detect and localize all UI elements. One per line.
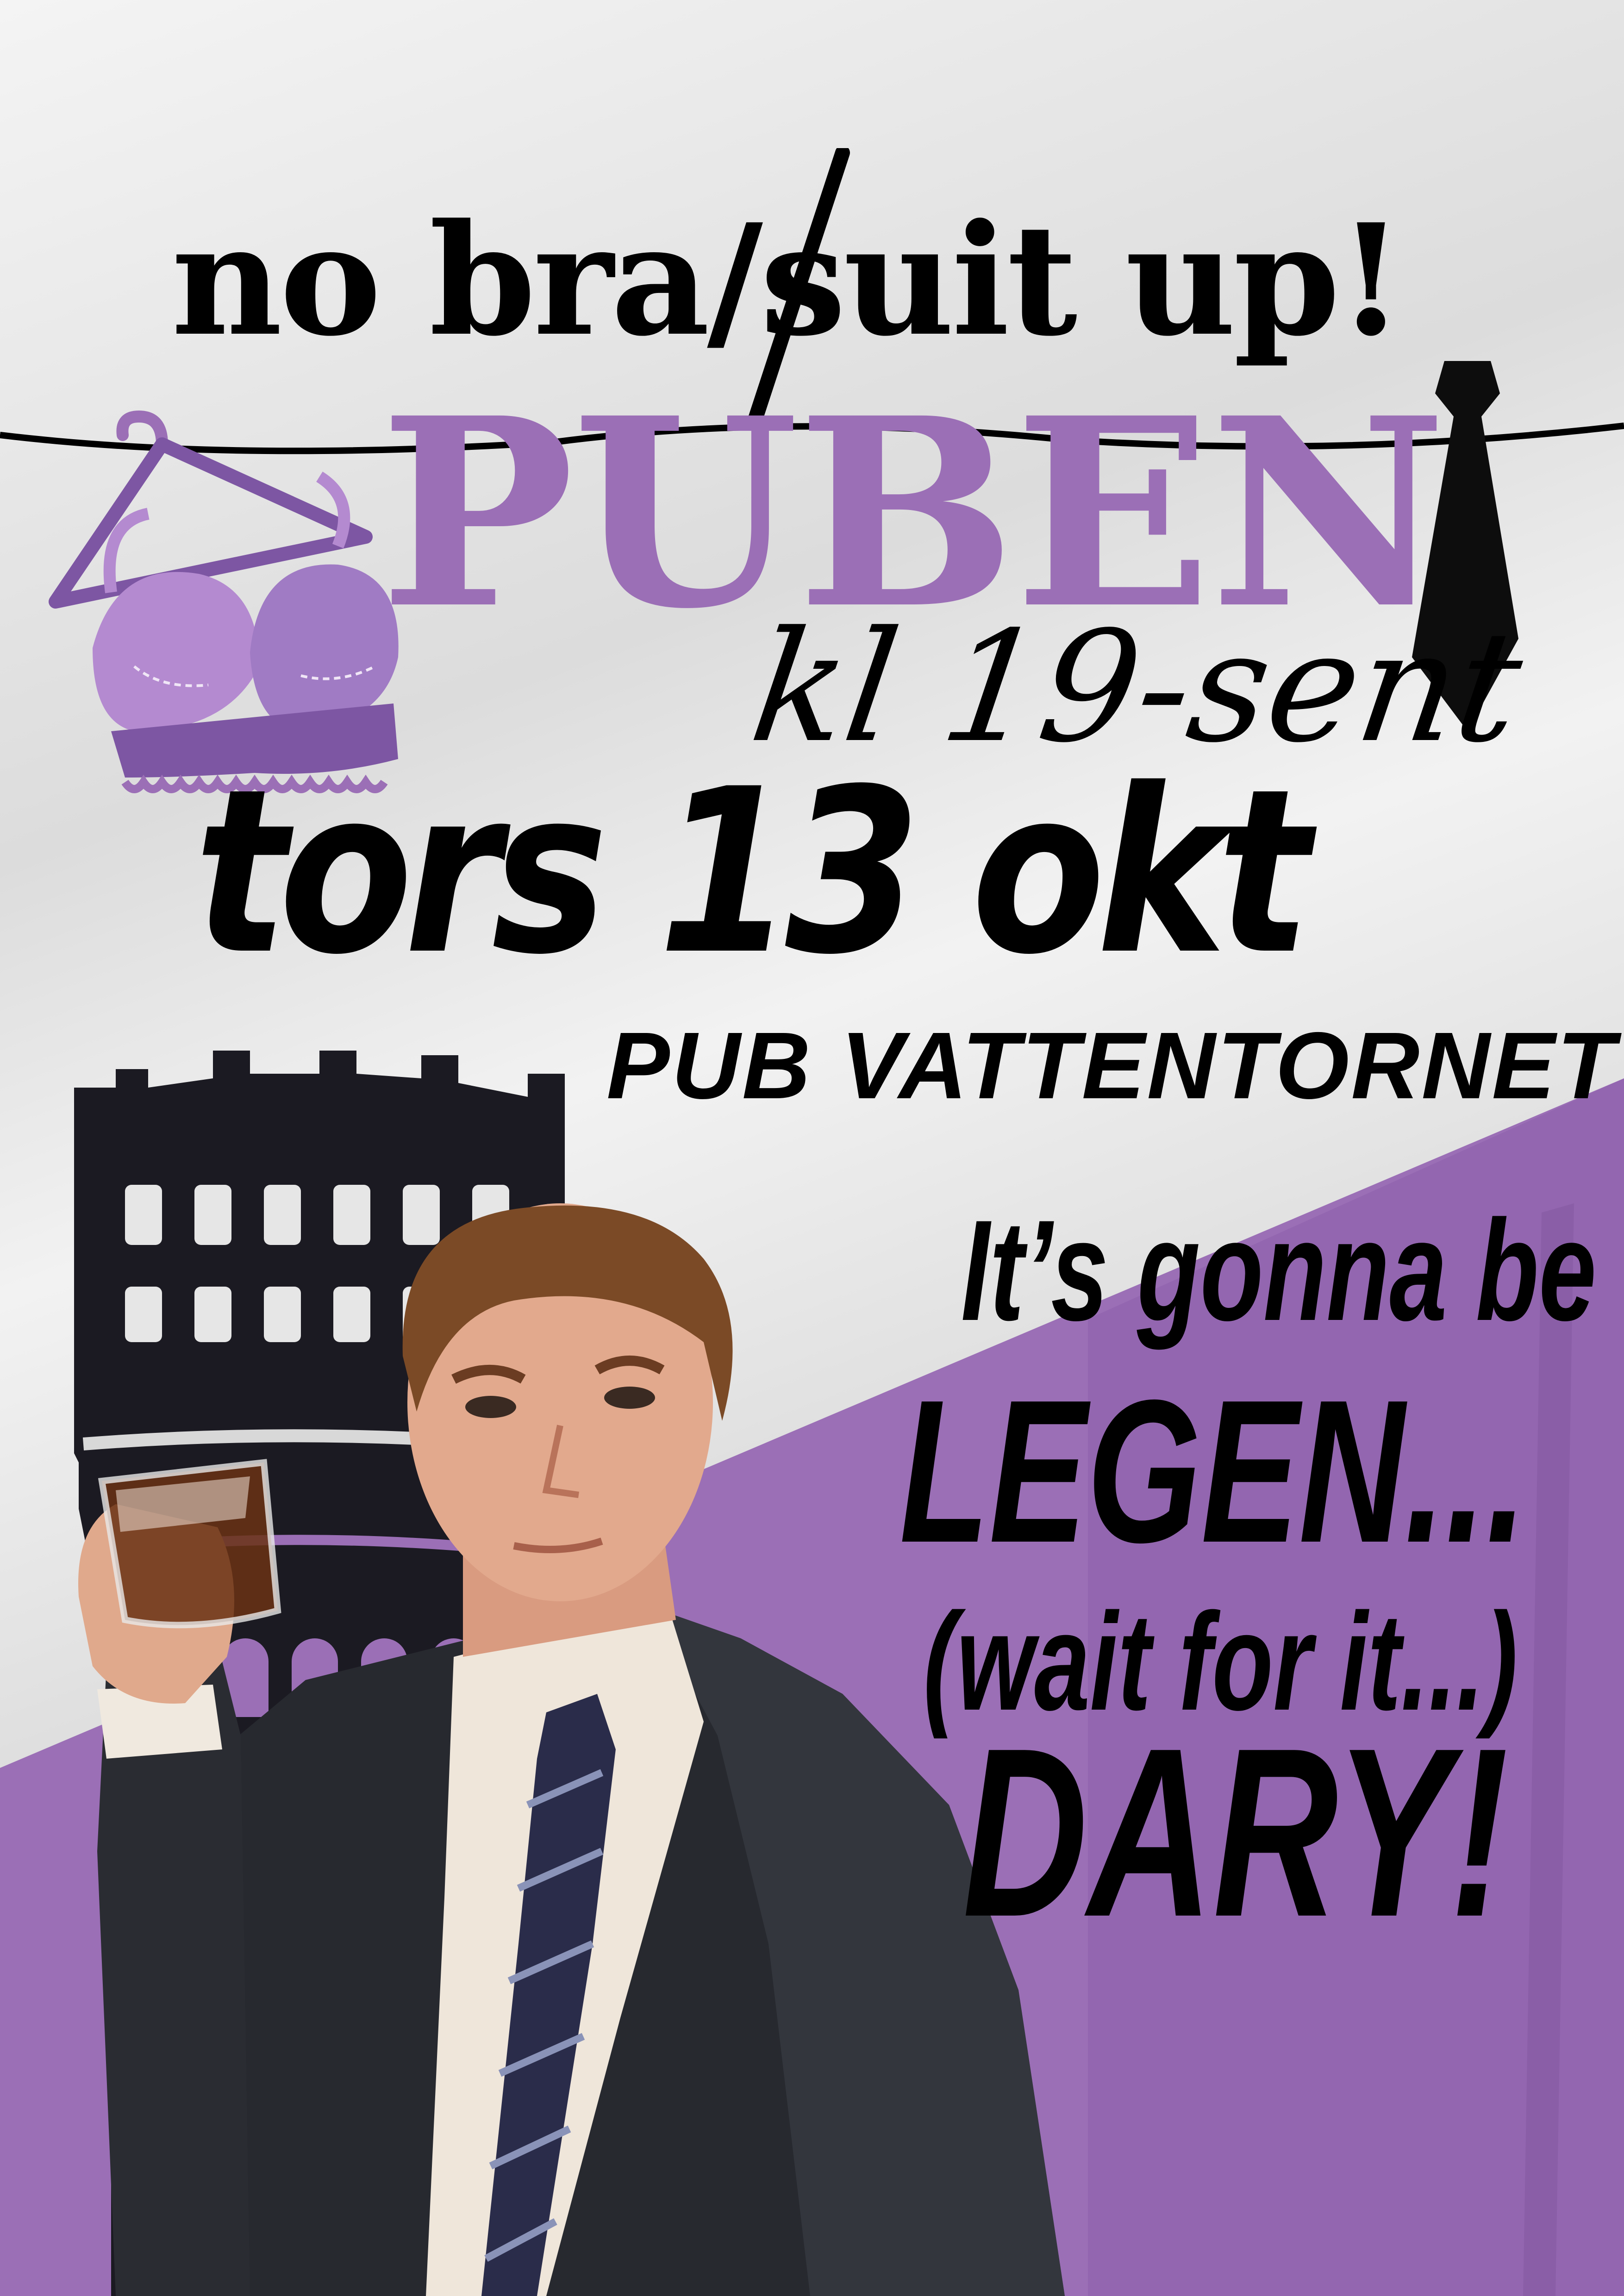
location-text: PUB VATTENTORNET [606,1013,1617,1119]
date-text: tors 13 okt [194,740,1311,1004]
poster: no bra/suit up! PUBEN kl 19-sent tors 13… [0,0,1624,2296]
quote-line-4: DARY! [962,1698,1508,1967]
quote-line-1: It’s gonna be [961,1190,1596,1350]
quote-line-2: LEGEN... [899,1358,1527,1585]
headline: no bra/suit up! [171,190,1405,370]
